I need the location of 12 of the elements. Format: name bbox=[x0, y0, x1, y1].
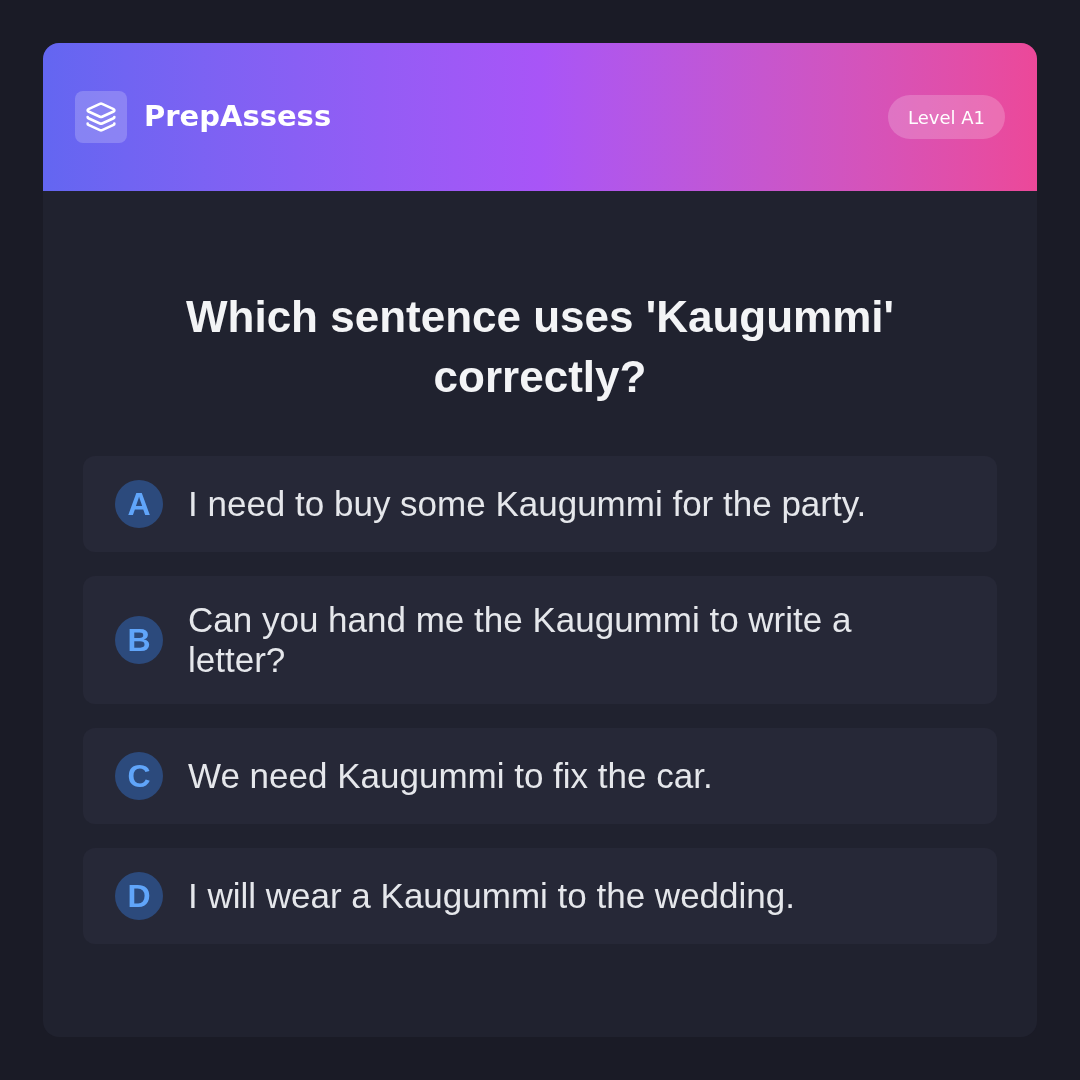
question-text: Which sentence uses 'Kaugummi' correctly? bbox=[185, 291, 895, 403]
answer-option[interactable]: C We need Kaugummi to fix the car. bbox=[83, 728, 997, 824]
answer-option[interactable]: D I will wear a Kaugummi to the wedding. bbox=[83, 848, 997, 944]
option-letter: A bbox=[115, 480, 163, 528]
answer-option[interactable]: A I need to buy some Kaugummi for the party. bbox=[83, 456, 997, 552]
option-letter: C bbox=[115, 752, 163, 800]
layers-icon bbox=[75, 91, 127, 143]
level-badge: Level A1 bbox=[888, 95, 1005, 139]
option-letter: B bbox=[115, 616, 163, 664]
answer-option[interactable]: B Can you hand me the Kaugummi to write a letter? bbox=[83, 576, 997, 704]
option-letter: D bbox=[115, 872, 163, 920]
brand-name: PrepAssess bbox=[144, 98, 332, 136]
